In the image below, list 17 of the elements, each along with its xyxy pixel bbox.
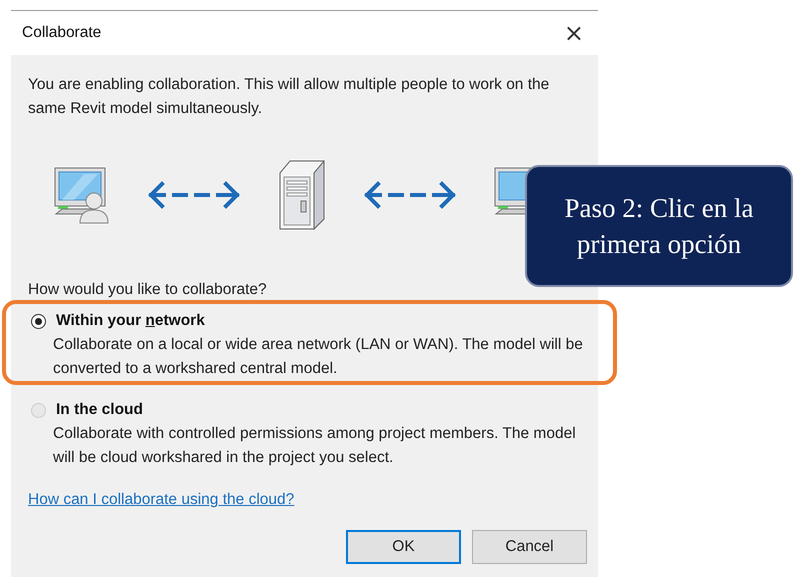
option-label[interactable]: Within your network — [56, 312, 205, 330]
server-tower-icon — [278, 159, 326, 231]
close-button[interactable]: × — [558, 21, 590, 45]
option-label[interactable]: In the cloud — [56, 401, 143, 419]
question-label: How would you like to collaborate? — [28, 280, 268, 300]
callout-text: Paso 2: Clic en la primera opción — [564, 192, 754, 261]
option-description: Collaborate on a local or wide area network (LAN or WAN). The model will be converted to a workshared central model. — [53, 335, 584, 379]
intro-text: You are enabling collaboration. This will allow multiple people to work on the same Revit model simultaneously. — [28, 75, 550, 119]
dialog-button[interactable]: OK — [346, 530, 461, 564]
double-arrow-icon — [364, 181, 456, 209]
option-description: Collaborate with controlled permissions among project members. The model will be cloud workshared in the project you select. — [53, 424, 577, 468]
window-title: Collaborate — [22, 24, 102, 42]
computer-user-icon — [54, 166, 110, 224]
help-link[interactable]: How can I collaborate using the cloud? — [28, 488, 294, 512]
dialog-button[interactable]: Cancel — [472, 530, 587, 564]
double-arrow-icon — [148, 181, 240, 209]
radio-button[interactable] — [31, 314, 46, 328]
